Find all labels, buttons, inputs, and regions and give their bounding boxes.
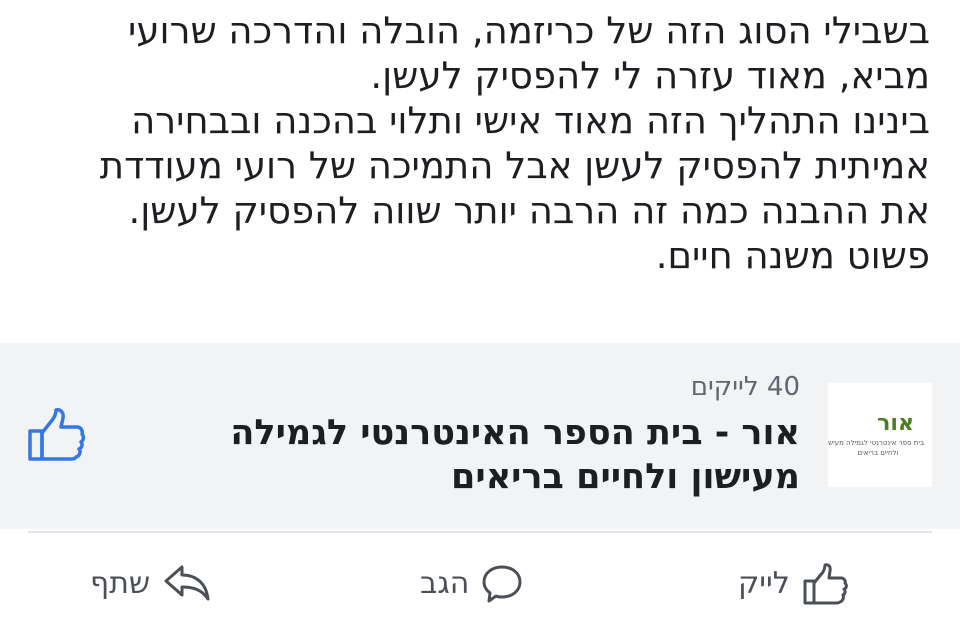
- page-thumbnail[interactable]: אור בית ספר אינטרנטי לגמילה מעישון ולחיי…: [828, 383, 932, 487]
- thumbs-up-icon: [803, 563, 848, 605]
- speech-bubble-icon: [482, 565, 522, 603]
- like-button[interactable]: לייק: [738, 556, 878, 612]
- share-label: שתף: [90, 566, 151, 601]
- page-name-line: מעישון ולחיים בריאים: [451, 457, 800, 497]
- page-logo-word: אור: [877, 411, 914, 436]
- comment-button[interactable]: הגב: [420, 556, 560, 612]
- post-text-line: את ההבנה כמה זה הרבה יותר שווה להפסיק לע…: [128, 189, 930, 232]
- post-action-bar: לייק הגב שתף: [0, 556, 960, 612]
- post-text-line: בינינו התהליך הזה מאוד אישי ותלוי בהכנה …: [131, 99, 930, 142]
- page-name-link[interactable]: אור - בית הספר האינטרנטי לגמילה מעישון ו…: [160, 411, 800, 499]
- post-text-line: פשוט משנה חיים.: [655, 234, 930, 277]
- page-logo-tagline: ולחיים בריאים: [857, 449, 899, 457]
- comment-label: הגב: [420, 566, 470, 601]
- action-bar-divider: [28, 531, 932, 533]
- share-arrow-icon: [164, 565, 210, 601]
- share-button[interactable]: שתף: [90, 556, 250, 612]
- like-label: לייק: [738, 566, 790, 601]
- post-text-line: מביא, מאוד עזרה לי להפסיק לעשן.: [370, 54, 930, 97]
- page-logo-tagline: בית ספר אינטרנטי לגמילה מעישון: [828, 439, 924, 447]
- page-likes-count: 40 לייקים: [690, 372, 800, 402]
- post-body-text: בשבילי הסוג הזה של כריזמה, הובלה והדרכה …: [40, 8, 930, 278]
- thumbs-up-icon: [28, 408, 86, 461]
- like-page-button[interactable]: [26, 407, 86, 463]
- post-text-line: אמיתית להפסיק לעשן אבל התמיכה של רועי מע…: [99, 144, 930, 187]
- page-link-card[interactable]: אור בית ספר אינטרנטי לגמילה מעישון ולחיי…: [0, 343, 960, 529]
- post-text-line: בשבילי הסוג הזה של כריזמה, הובלה והדרכה …: [128, 9, 930, 52]
- facebook-post: בשבילי הסוג הזה של כריזמה, הובלה והדרכה …: [0, 0, 960, 634]
- page-name-line: אור - בית הספר האינטרנטי לגמילה: [230, 413, 800, 453]
